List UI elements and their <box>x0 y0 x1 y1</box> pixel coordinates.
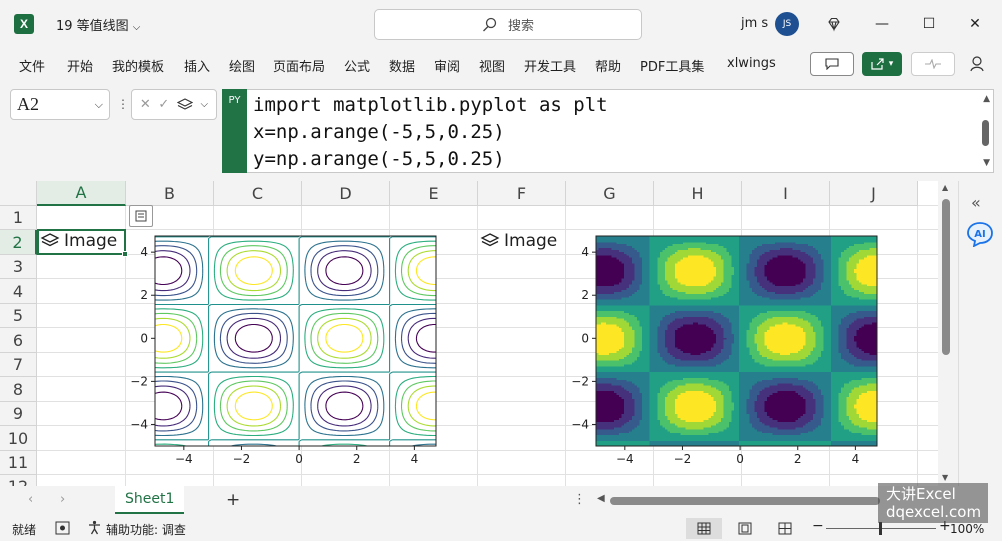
minimize-button[interactable]: — <box>870 12 894 36</box>
document-title[interactable]: 19 等值线图 ⌵ <box>56 15 140 34</box>
search-box[interactable]: 搜索 <box>374 9 642 40</box>
avatar[interactable]: JS <box>775 12 799 36</box>
row-header-3[interactable]: 3 <box>0 255 37 279</box>
menu-pdf-tools[interactable]: PDF工具集 <box>640 56 704 75</box>
excel-app-icon: X <box>14 14 34 34</box>
y-tick-label: 4 <box>140 245 148 259</box>
more-options-icon[interactable]: ⋮ <box>117 97 129 111</box>
y-tick-label: 2 <box>140 288 148 302</box>
chevron-down-icon: ▾ <box>888 59 894 69</box>
formula-scrollbar[interactable] <box>982 120 989 146</box>
menu-developer[interactable]: 开发工具 <box>524 56 576 75</box>
formula-line-3: y=np.arange(-5,5,0.25) <box>253 148 505 170</box>
formula-line-2: x=np.arange(-5,5,0.25) <box>253 121 505 143</box>
column-header-e[interactable]: E <box>390 181 478 206</box>
chevron-down-icon[interactable]: ⌵ <box>201 99 209 110</box>
menu-review[interactable]: 审阅 <box>434 56 460 75</box>
filled-contour-chart[interactable]: −4 −2 0 2 4−4−2024 <box>568 228 898 468</box>
worksheet-grid[interactable]: ABCDEFGHIJ 123456789101112 Image Image −… <box>0 181 955 486</box>
premium-diamond-icon[interactable] <box>822 12 846 36</box>
chevron-down-icon: ⌵ <box>132 22 141 33</box>
column-header-h[interactable]: H <box>654 181 742 206</box>
menu-page-layout[interactable]: 页面布局 <box>273 56 325 75</box>
chevron-down-icon[interactable]: ⌵ <box>95 98 103 112</box>
share-icon <box>871 58 884 70</box>
cancel-icon[interactable]: ✕ <box>140 97 151 112</box>
row-header-6[interactable]: 6 <box>0 328 37 353</box>
column-header-d[interactable]: D <box>302 181 390 206</box>
column-header-a[interactable]: A <box>37 181 126 206</box>
menu-xlwings[interactable]: xlwings <box>727 56 776 71</box>
row-header-2[interactable]: 2 <box>0 230 37 255</box>
x-tick-label: 2 <box>353 452 361 466</box>
close-button[interactable]: ✕ <box>963 12 987 36</box>
menu-file[interactable]: 文件 <box>19 56 45 75</box>
user-name[interactable]: jm s <box>741 16 768 31</box>
column-header-i[interactable]: I <box>742 181 830 206</box>
column-header-b[interactable]: B <box>126 181 214 206</box>
row-header-4[interactable]: 4 <box>0 279 37 304</box>
menu-home[interactable]: 开始 <box>67 56 93 75</box>
document-title-text: 19 等值线图 <box>56 19 129 34</box>
menu-insert[interactable]: 插入 <box>184 56 210 75</box>
quick-analysis-icon[interactable] <box>129 205 153 227</box>
plot-area <box>596 236 878 447</box>
contour-chart[interactable]: −4 −2 0 2 4 −4 −2 0 2 4 <box>127 228 457 468</box>
scroll-down-icon[interactable]: ▼ <box>983 158 990 168</box>
share-button[interactable]: ▾ <box>862 52 902 76</box>
cell-f2-value: Image <box>504 231 558 251</box>
person-search-icon[interactable] <box>966 52 990 76</box>
scroll-up-icon[interactable]: ▲ <box>983 94 990 104</box>
x-tick-label: 4 <box>411 452 419 466</box>
comments-button[interactable] <box>810 52 854 76</box>
comment-icon <box>825 58 839 70</box>
column-header-g[interactable]: G <box>566 181 654 206</box>
formula-line-1: import matplotlib.pyplot as plt <box>253 94 608 116</box>
formula-input[interactable]: import matplotlib.pyplot as plt x=np.ara… <box>247 89 994 173</box>
menu-view[interactable]: 视图 <box>479 56 505 75</box>
name-box-value: A2 <box>17 94 39 114</box>
plot-area <box>154 235 437 447</box>
activity-button[interactable] <box>911 52 955 76</box>
selection-box <box>37 229 126 255</box>
y-tick-label: 0 <box>140 331 148 345</box>
row-header-12[interactable]: 12 <box>0 475 37 486</box>
menu-draw[interactable]: 绘图 <box>229 56 255 75</box>
menu-help[interactable]: 帮助 <box>595 56 621 75</box>
select-all-corner[interactable] <box>0 181 37 206</box>
search-placeholder: 搜索 <box>507 19 534 34</box>
search-icon <box>483 17 497 31</box>
row-header-1[interactable]: 1 <box>0 206 37 230</box>
cell-f2[interactable]: Image <box>480 231 557 251</box>
row-header-10[interactable]: 10 <box>0 426 37 451</box>
row-header-7[interactable]: 7 <box>0 353 37 377</box>
formula-tools: ✕ ✓ ⌵ <box>131 89 217 120</box>
confirm-icon[interactable]: ✓ <box>158 97 169 112</box>
y-tick-label: −4 <box>130 417 148 431</box>
column-header-c[interactable]: C <box>214 181 302 206</box>
row-header-8[interactable]: 8 <box>0 377 37 402</box>
column-header-j[interactable]: J <box>830 181 918 206</box>
menu-my-templates[interactable]: 我的模板 <box>112 56 164 75</box>
row-header-5[interactable]: 5 <box>0 304 37 328</box>
maximize-button[interactable]: ☐ <box>917 12 941 36</box>
x-tick-label: −4 <box>175 452 193 466</box>
name-box[interactable]: A2 ⌵ <box>10 89 110 120</box>
row-header-11[interactable]: 11 <box>0 451 37 475</box>
y-tick-label: −2 <box>130 374 148 388</box>
row-header-9[interactable]: 9 <box>0 402 37 426</box>
column-header-f[interactable]: F <box>478 181 566 206</box>
x-tick-label: −2 <box>233 452 251 466</box>
title-bar: X 19 等值线图 ⌵ 搜索 jm s JS — ☐ ✕ <box>0 0 1002 48</box>
menu-formulas[interactable]: 公式 <box>344 56 370 75</box>
python-badge: PY <box>222 89 247 173</box>
python-output-icon[interactable] <box>176 97 193 112</box>
python-image-icon <box>480 233 500 247</box>
pulse-icon <box>925 59 941 69</box>
menu-data[interactable]: 数据 <box>389 56 415 75</box>
x-tick-label: 0 <box>295 452 303 466</box>
